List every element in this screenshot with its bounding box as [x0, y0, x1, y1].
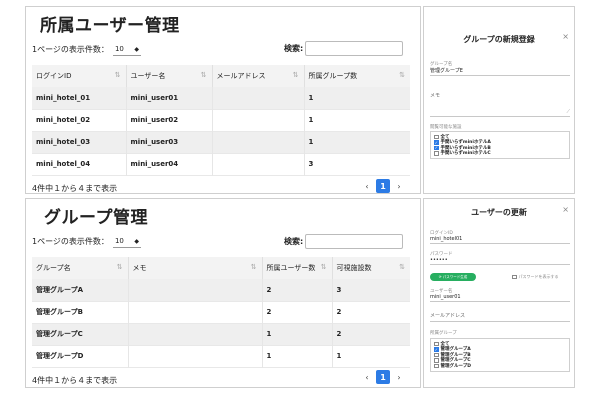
sort-icon: ⇅ — [200, 71, 207, 79]
checkbox-icon — [434, 341, 439, 346]
next-page-button[interactable]: › — [394, 182, 404, 191]
resize-handle-icon[interactable]: ⟋ — [566, 109, 570, 115]
generate-password-button[interactable]: ⟳ パスワード生成 — [430, 273, 476, 281]
page-button-current[interactable]: 1 — [376, 179, 390, 193]
login-id-field[interactable]: mini_hotel01 — [430, 236, 570, 244]
prev-page-button[interactable]: ‹ — [362, 182, 372, 191]
search-control: 検索: — [284, 41, 404, 56]
show-password-toggle[interactable]: パスワードを表示する — [512, 274, 559, 280]
column-header-memo[interactable]: メモ ⇅ — [127, 257, 262, 279]
modal-title: グループの新規登録 — [463, 35, 535, 44]
column-header-group-count[interactable]: 所属グループ数 ⇅ — [303, 65, 410, 87]
checkbox-icon — [512, 274, 517, 280]
column-header-user-count[interactable]: 所属ユーザー数 ⇅ — [261, 257, 332, 279]
sort-icon: ⇅ — [399, 71, 405, 79]
user-name-field[interactable]: mini_user01 — [430, 294, 570, 302]
table-info: 4件中１から４まで表示 — [32, 184, 118, 193]
sort-icon: ⇅ — [292, 71, 299, 79]
table-row[interactable]: mini_hotel_02 mini_user02 1 — [32, 109, 410, 131]
table-row[interactable]: 管理グループA 2 3 — [32, 279, 410, 301]
users-table: ログインID ⇅ ユーザー名 ⇅ メールアドレス ⇅ 所属グループ数 ⇅ mini_ho… — [32, 65, 410, 176]
column-header-login-id[interactable]: ログインID ⇅ — [32, 65, 126, 87]
page-length-label: 1ページの表示件数： — [32, 237, 109, 246]
facilities-checklist: 全て ✓ 手間いらずminiホテルA ✓ 手間いらずminiホテルB 手間いらずmi… — [430, 131, 570, 159]
checkbox-icon — [434, 134, 439, 139]
password-field[interactable]: •••••• — [430, 257, 570, 265]
chevron-down-icon: ◆ — [134, 45, 139, 53]
column-header-user-name[interactable]: ユーザー名 ⇅ — [125, 65, 212, 87]
groups-table: グループ名 ⇅ メモ ⇅ 所属ユーザー数 ⇅ 可視施設数 ⇅ 管理グループA 2 3 管理グ… — [32, 257, 410, 368]
update-user-modal: ユーザーの更新 × ログインID mini_hotel01 パスワード ••••… — [423, 198, 575, 388]
facilities-label: 閲覧可能な施設 — [430, 125, 462, 130]
search-label: 検索: — [284, 44, 304, 53]
table-row[interactable]: 管理グループD 1 1 — [32, 345, 410, 367]
checkbox-icon — [434, 151, 439, 156]
page-button-current[interactable]: 1 — [376, 370, 390, 384]
pagination: ‹ 1 › — [362, 179, 404, 193]
chevron-down-icon: ◆ — [134, 237, 139, 245]
search-input[interactable] — [305, 234, 404, 249]
groups-label: 所属グループ — [430, 331, 457, 336]
facility-checkbox-c[interactable]: 手間いらずminiホテルC — [434, 151, 566, 156]
pagination: ‹ 1 › — [362, 370, 404, 384]
table-row[interactable]: 管理グループC 1 2 — [32, 323, 410, 345]
page-length-select[interactable]: 10 ◆ — [112, 43, 141, 56]
page-length-select[interactable]: 10 ◆ — [112, 235, 141, 248]
column-header-facility-count[interactable]: 可視施設数 ⇅ — [331, 257, 410, 279]
group-checkbox-d[interactable]: 管理グループD — [434, 363, 566, 369]
prev-page-button[interactable]: ‹ — [362, 373, 372, 382]
group-name-field[interactable]: 管理グループE — [430, 67, 570, 76]
table-row[interactable]: mini_hotel_03 mini_user03 1 — [32, 131, 410, 153]
sort-icon: ⇅ — [114, 71, 121, 79]
table-row[interactable]: 管理グループB 2 2 — [32, 301, 410, 323]
checkbox-checked-icon: ✓ — [434, 346, 439, 352]
memo-field[interactable]: ⟋ — [430, 99, 570, 117]
checkbox-icon — [434, 352, 439, 357]
search-input[interactable] — [305, 41, 404, 56]
sort-icon: ⇅ — [116, 263, 123, 271]
sort-icon: ⇅ — [320, 263, 327, 271]
column-header-group-name[interactable]: グループ名 ⇅ — [32, 257, 128, 279]
memo-label: メモ — [430, 93, 441, 99]
page-length-control: 1ページの表示件数： 10 ◆ — [32, 43, 141, 56]
search-label: 検索: — [284, 237, 304, 246]
group-management-panel: グループ管理 1ページの表示件数： 10 ◆ 検索: グループ名 ⇅ メモ ⇅ 所属ユ… — [25, 198, 421, 388]
column-header-email[interactable]: メールアドレス ⇅ — [211, 65, 304, 87]
page-length-control: 1ページの表示件数： 10 ◆ — [32, 235, 141, 248]
close-icon[interactable]: × — [562, 205, 569, 214]
checkbox-icon — [434, 358, 439, 363]
table-row[interactable]: mini_hotel_01 mini_user01 1 — [32, 87, 410, 109]
email-field[interactable]: メールアドレス — [430, 312, 570, 322]
table-info: 4件中１から４まで表示 — [32, 376, 118, 385]
modal-title: ユーザーの更新 — [471, 208, 527, 217]
user-management-panel: 所属ユーザー管理 1ページの表示件数： 10 ◆ 検索: ログインID ⇅ ユーザー… — [25, 6, 421, 194]
sort-icon: ⇅ — [250, 263, 257, 271]
close-icon[interactable]: × — [562, 32, 569, 41]
table-row[interactable]: mini_hotel_04 mini_user04 3 — [32, 153, 410, 175]
groups-checklist: 全て ✓ 管理グループA 管理グループB 管理グループC 管理グループD — [430, 338, 570, 372]
new-group-modal: グループの新規登録 × グループ名 管理グループE メモ ⟋ 閲覧可能な施設 全… — [423, 6, 575, 194]
search-control: 検索: — [284, 234, 404, 249]
page-title: グループ管理 — [44, 208, 148, 228]
checkbox-icon — [434, 363, 439, 368]
page-length-label: 1ページの表示件数： — [32, 45, 109, 54]
next-page-button[interactable]: › — [394, 373, 404, 382]
checkbox-checked-icon: ✓ — [434, 145, 439, 151]
page-title: 所属ユーザー管理 — [40, 16, 180, 36]
sort-icon: ⇅ — [399, 263, 405, 271]
checkbox-checked-icon: ✓ — [434, 139, 439, 145]
